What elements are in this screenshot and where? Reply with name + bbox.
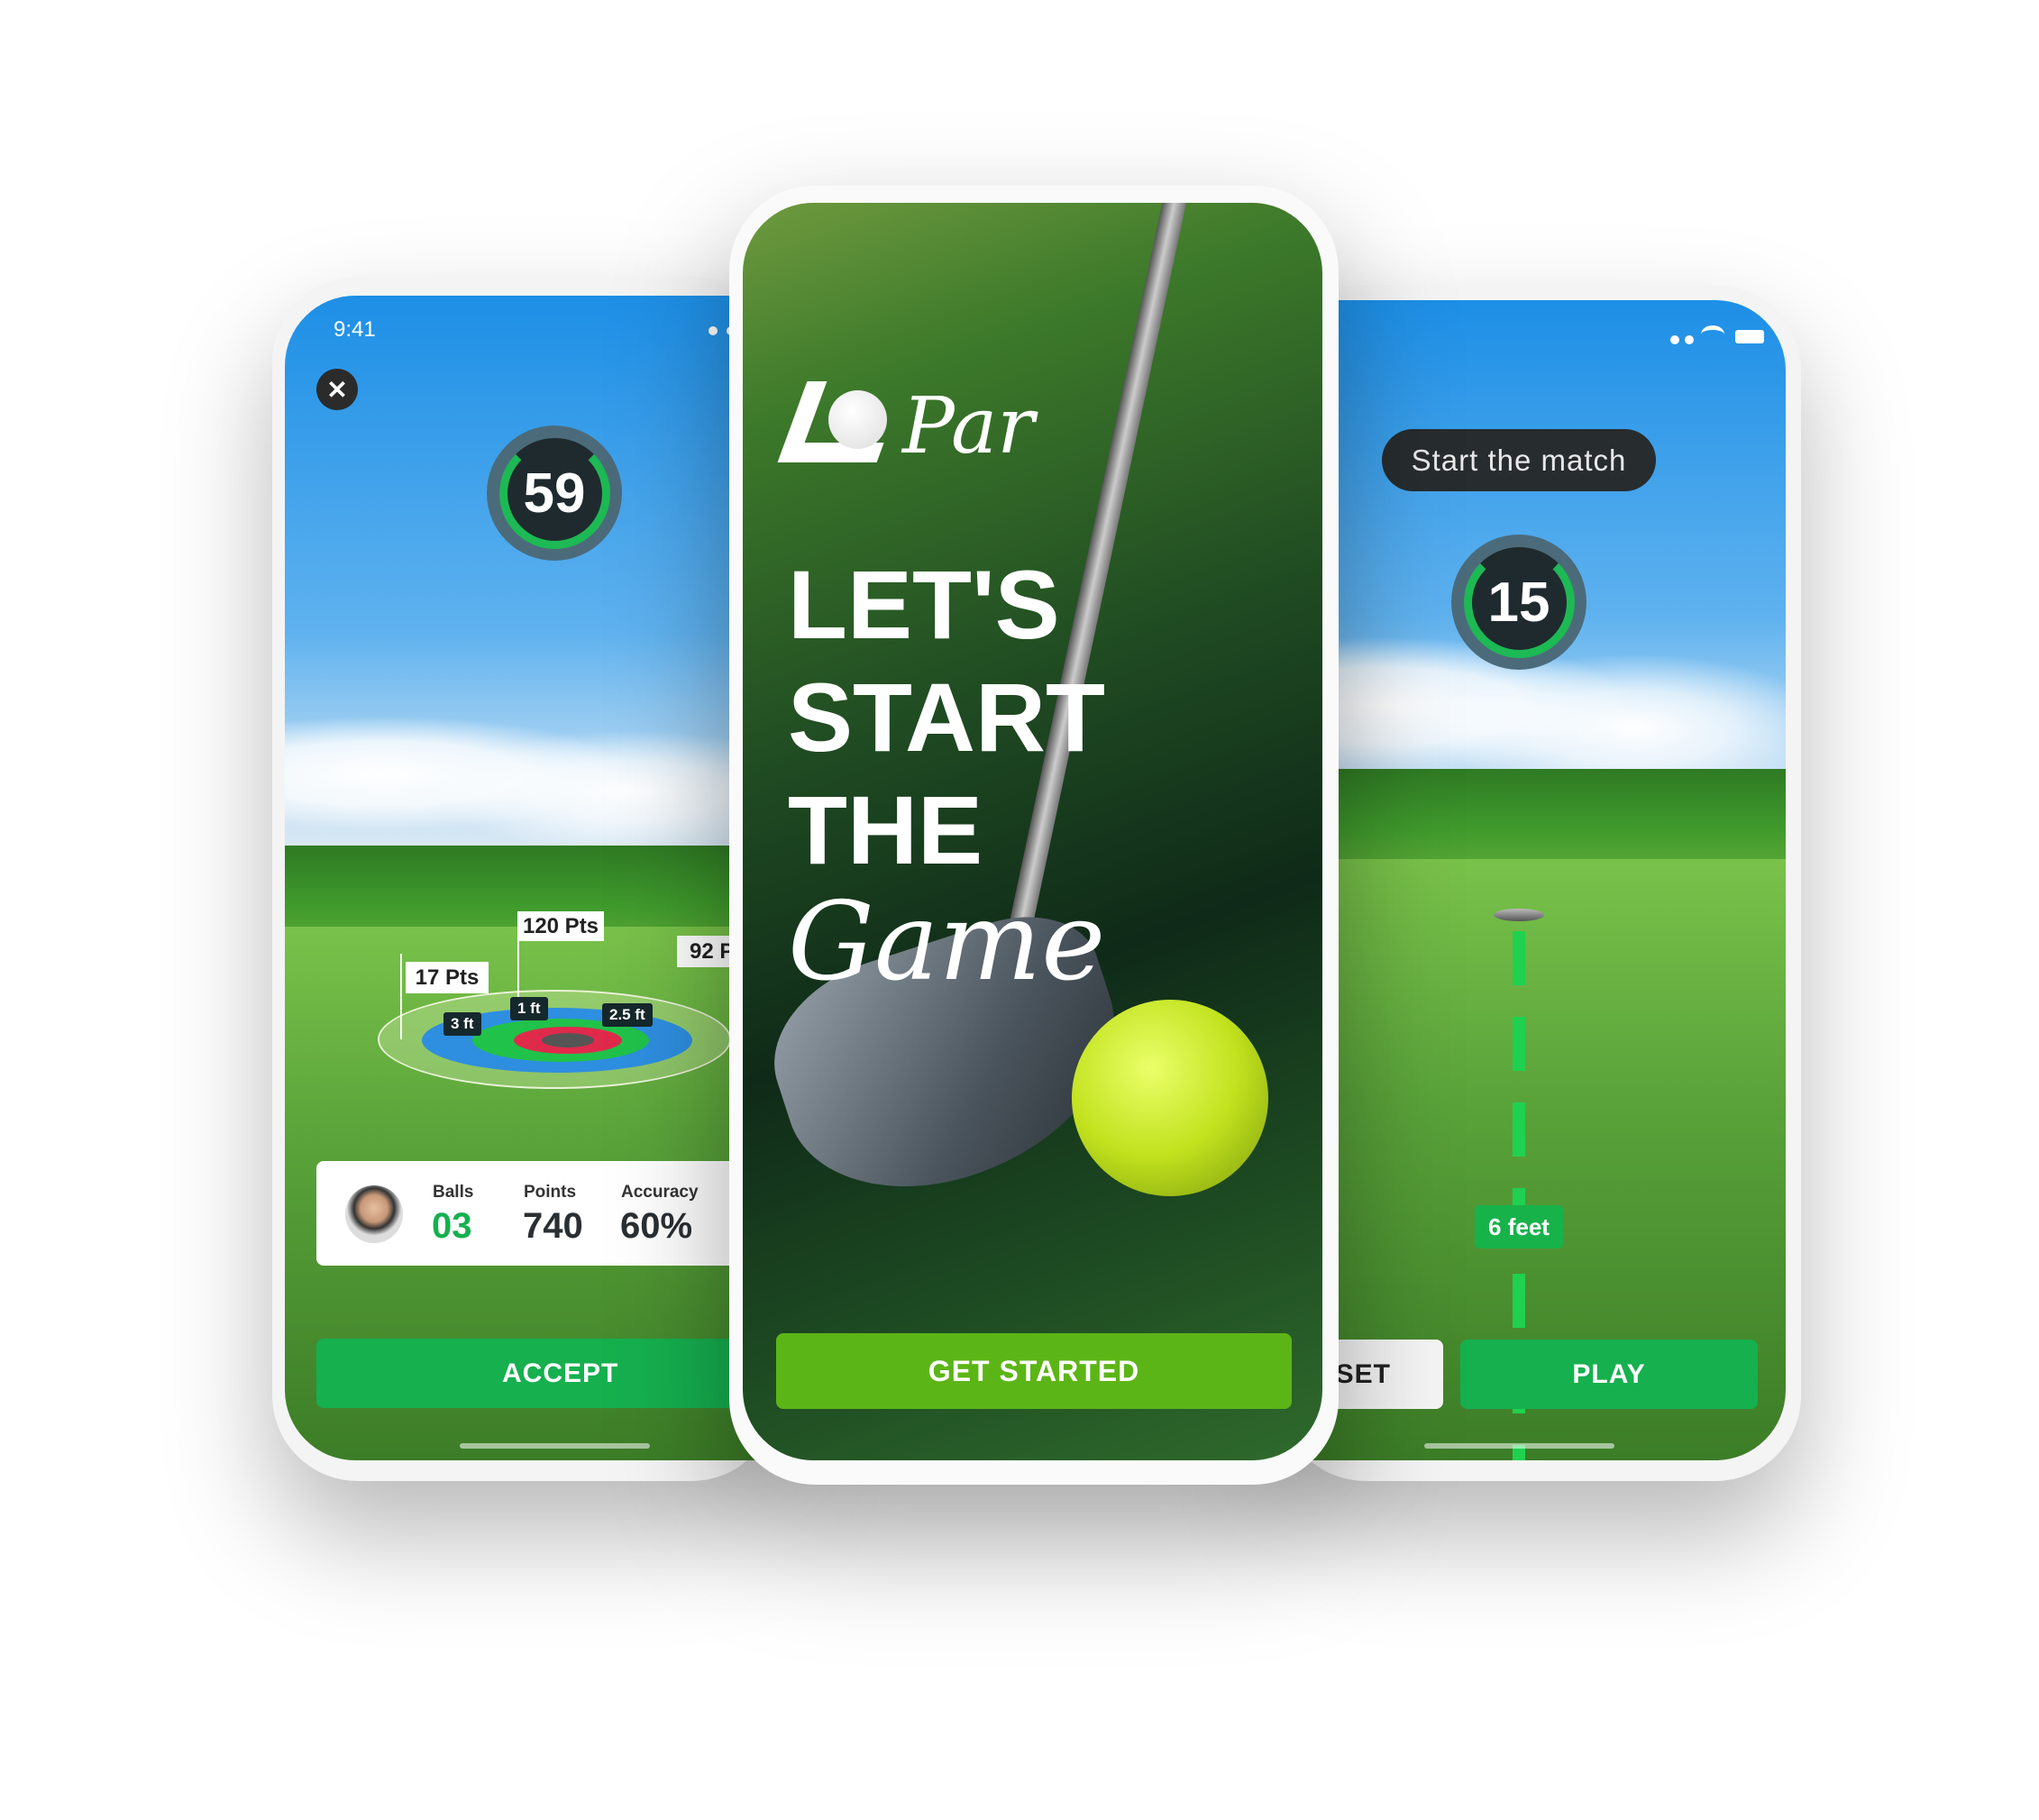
close-icon: ✕: [326, 375, 348, 404]
right-phone: Start the match 15 6 feet RESET PLAY: [1280, 285, 1801, 1481]
home-indicator[interactable]: [1424, 1443, 1614, 1449]
center-phone: Par LET'S START THE Game GET STARTED: [729, 186, 1339, 1485]
play-button[interactable]: PLAY: [1460, 1340, 1758, 1409]
signal-icon: [1670, 334, 1694, 344]
hole: [1494, 909, 1544, 921]
headline: LET'S START THE Game: [788, 548, 1322, 1001]
timer-value: 59: [523, 462, 586, 525]
headline-line-2: START: [788, 663, 1105, 772]
left-phone: 9:41 ✕ 59 120 Pts 17 Pts 92 Pts 1 ft 3 f…: [272, 277, 777, 1481]
golf-ball-photo: [1072, 1000, 1268, 1196]
close-button[interactable]: ✕: [316, 369, 358, 410]
accept-button[interactable]: ACCEPT: [316, 1339, 777, 1408]
app-logo: Par: [777, 372, 1034, 508]
distance-tag: 2.5 ft: [602, 1003, 653, 1027]
flag-label: 17 Pts: [406, 962, 489, 993]
home-indicator[interactable]: [460, 1443, 650, 1449]
logo-text: Par: [902, 381, 1035, 471]
headline-script: Game: [788, 880, 1106, 1005]
battery-icon: [1735, 330, 1764, 343]
accuracy-value: 60%: [620, 1206, 693, 1246]
flag-pole: [400, 954, 402, 1039]
right-screen: Start the match 15 6 feet RESET PLAY: [1280, 300, 1786, 1460]
distance-tag: 1 ft: [510, 997, 548, 1020]
balls-value: 03: [432, 1206, 472, 1246]
get-started-button[interactable]: GET STARTED: [776, 1333, 1292, 1409]
status-time: 9:41: [334, 317, 376, 342]
points-value: 740: [523, 1206, 583, 1246]
center-screen: Par LET'S START THE Game GET STARTED: [743, 203, 1322, 1460]
wifi-icon: [1701, 325, 1724, 343]
headline-line-1: LET'S: [788, 550, 1060, 659]
left-screen: 9:41 ✕ 59 120 Pts 17 Pts 92 Pts 1 ft 3 f…: [285, 296, 777, 1460]
logo-ball-icon: [828, 390, 887, 449]
stats-card: Balls 03 Points 740 Accuracy 60%: [316, 1161, 777, 1266]
timer-ring: 59: [487, 425, 622, 561]
distance-label: 6 feet: [1475, 1205, 1563, 1248]
start-match-banner: Start the match: [1382, 429, 1656, 491]
headline-the: THE: [788, 775, 983, 884]
distance-tag: 3 ft: [443, 1012, 481, 1036]
avatar: [345, 1185, 403, 1243]
hole: [542, 1033, 594, 1047]
headline-line-3: THE Game: [788, 773, 1322, 1001]
timer-ring: 15: [1451, 535, 1586, 670]
timer-value: 15: [1487, 571, 1550, 634]
balls-label: Balls: [433, 1183, 474, 1202]
accuracy-label: Accuracy: [621, 1183, 699, 1202]
flag-label: 120 Pts: [517, 911, 604, 941]
points-label: Points: [524, 1183, 577, 1202]
distance-text: 6 feet: [1488, 1212, 1550, 1240]
banner-text: Start the match: [1411, 443, 1627, 477]
